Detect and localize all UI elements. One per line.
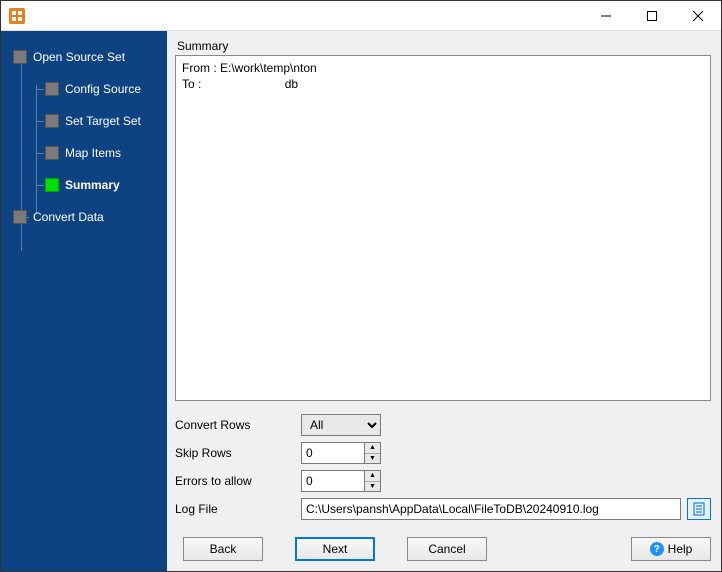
sidebar-item-config-source[interactable]: Config Source bbox=[1, 73, 167, 105]
convert-rows-label: Convert Rows bbox=[175, 418, 301, 432]
document-icon bbox=[692, 502, 706, 516]
main-panel: Summary From : E:\work\temp\nton To : db… bbox=[167, 31, 721, 571]
step-icon bbox=[13, 210, 27, 224]
log-file-label: Log File bbox=[175, 502, 301, 516]
titlebar bbox=[1, 1, 721, 31]
sidebar-item-label: Set Target Set bbox=[65, 114, 141, 128]
close-button[interactable] bbox=[675, 1, 721, 31]
app-window: Open Source Set Config Source Set Target… bbox=[0, 0, 722, 572]
summary-label: Summary bbox=[175, 39, 711, 53]
app-icon bbox=[9, 8, 25, 24]
cancel-button[interactable]: Cancel bbox=[407, 537, 487, 561]
skip-rows-spinner[interactable]: ▲ ▼ bbox=[301, 442, 381, 464]
spinner-down-icon[interactable]: ▼ bbox=[365, 482, 380, 492]
help-label: Help bbox=[668, 542, 693, 556]
sidebar-item-open-source-set[interactable]: Open Source Set bbox=[1, 41, 167, 73]
convert-rows-select[interactable]: All bbox=[301, 414, 381, 436]
errors-allow-input[interactable] bbox=[302, 471, 364, 491]
errors-allow-spinner[interactable]: ▲ ▼ bbox=[301, 470, 381, 492]
sidebar-item-label: Convert Data bbox=[33, 210, 104, 224]
step-icon bbox=[45, 114, 59, 128]
next-button[interactable]: Next bbox=[295, 537, 375, 561]
sidebar-item-label: Open Source Set bbox=[33, 50, 125, 64]
spinner-down-icon[interactable]: ▼ bbox=[365, 454, 380, 464]
wizard-sidebar: Open Source Set Config Source Set Target… bbox=[1, 31, 167, 571]
sidebar-item-set-target-set[interactable]: Set Target Set bbox=[1, 105, 167, 137]
skip-rows-input[interactable] bbox=[302, 443, 364, 463]
sidebar-item-summary[interactable]: Summary bbox=[1, 169, 167, 201]
wizard-buttons: Back Next Cancel ? Help bbox=[175, 523, 711, 561]
sidebar-item-convert-data[interactable]: Convert Data bbox=[1, 201, 167, 233]
spinner-up-icon[interactable]: ▲ bbox=[365, 471, 380, 482]
errors-allow-label: Errors to allow bbox=[175, 474, 301, 488]
back-button[interactable]: Back bbox=[183, 537, 263, 561]
maximize-button[interactable] bbox=[629, 1, 675, 31]
sidebar-item-label: Map Items bbox=[65, 146, 121, 160]
spinner-up-icon[interactable]: ▲ bbox=[365, 443, 380, 454]
browse-log-button[interactable] bbox=[687, 498, 711, 520]
help-icon: ? bbox=[650, 542, 664, 556]
log-file-input[interactable] bbox=[301, 498, 681, 520]
step-icon-active bbox=[45, 178, 59, 192]
sidebar-item-label: Summary bbox=[65, 178, 120, 192]
sidebar-item-label: Config Source bbox=[65, 82, 141, 96]
options-form: Convert Rows All Skip Rows ▲ ▼ bbox=[175, 411, 711, 523]
skip-rows-label: Skip Rows bbox=[175, 446, 301, 460]
step-icon bbox=[45, 146, 59, 160]
step-icon bbox=[13, 50, 27, 64]
summary-textarea[interactable]: From : E:\work\temp\nton To : db bbox=[175, 55, 711, 401]
minimize-button[interactable] bbox=[583, 1, 629, 31]
step-icon bbox=[45, 82, 59, 96]
help-button[interactable]: ? Help bbox=[631, 537, 711, 561]
sidebar-item-map-items[interactable]: Map Items bbox=[1, 137, 167, 169]
